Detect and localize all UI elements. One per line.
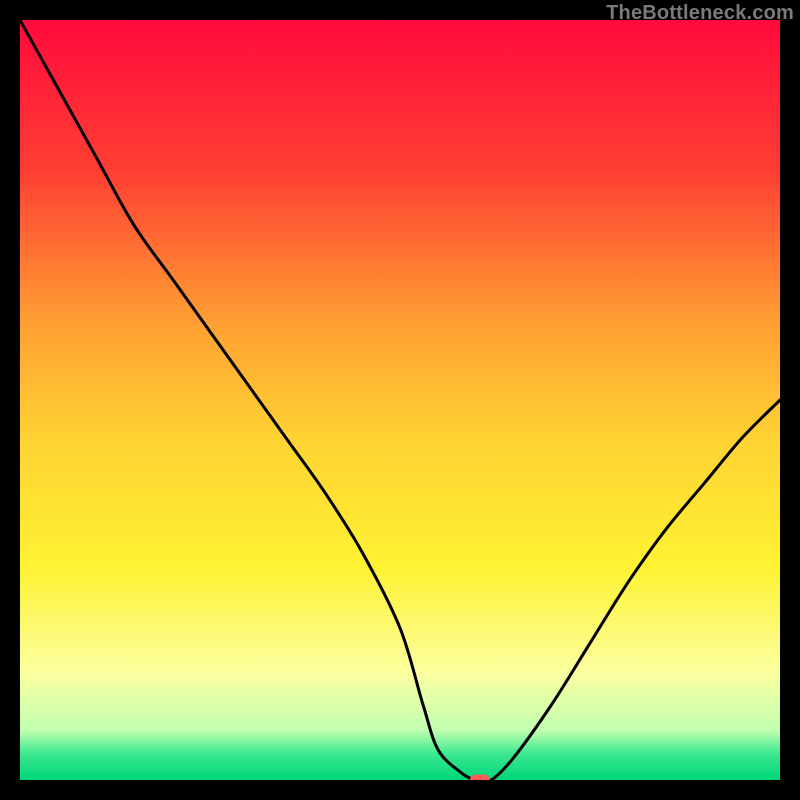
bottleneck-chart [20,20,780,780]
watermark-label: TheBottleneck.com [606,2,794,25]
chart-background [20,20,780,780]
chart-frame: TheBottleneck.com [0,0,800,800]
optimal-marker [470,775,490,780]
